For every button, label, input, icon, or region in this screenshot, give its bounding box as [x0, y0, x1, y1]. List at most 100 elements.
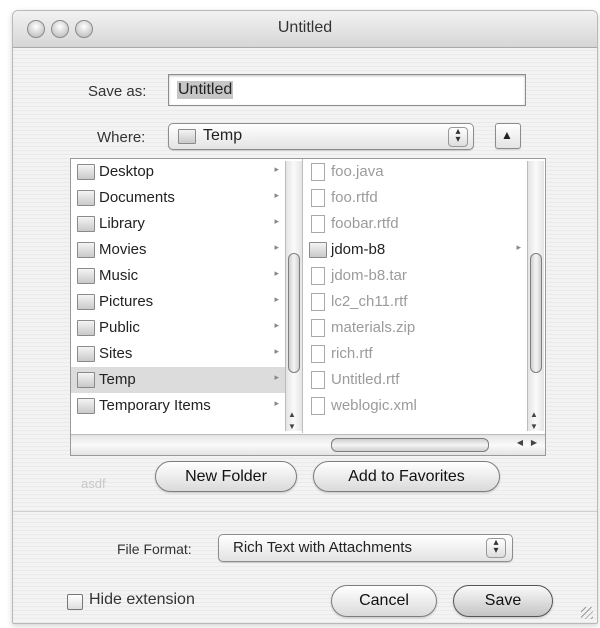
disclosure-arrow-icon: ▸	[516, 242, 521, 252]
left-column-item-label: Library	[99, 215, 145, 232]
collapse-browser-button[interactable]: ▲	[495, 123, 521, 149]
left-column-item[interactable]: Sites ▸	[71, 341, 285, 367]
where-value: Temp	[203, 127, 243, 144]
where-label: Where:	[97, 129, 146, 146]
right-column-item-label: jdom-b8.tar	[331, 267, 407, 284]
hide-extension-checkbox[interactable]	[67, 594, 83, 610]
triangle-up-icon: ▲	[501, 128, 513, 142]
file-icon	[311, 215, 325, 233]
scroll-down-arrow-icon[interactable]: ▼	[530, 422, 538, 431]
left-column-item[interactable]: Movies ▸	[71, 237, 285, 263]
right-column-item-label: materials.zip	[331, 319, 416, 336]
add-to-favorites-button[interactable]: Add to Favorites	[313, 461, 500, 492]
right-column-item-label: rich.rtf	[331, 345, 373, 362]
left-column-item[interactable]: Documents ▸	[71, 185, 285, 211]
folder-icon	[178, 129, 196, 144]
desktop-icon	[77, 164, 95, 180]
left-column-item-label: Public	[99, 319, 140, 336]
disclosure-arrow-icon: ▸	[274, 242, 279, 252]
left-column-scrollbar[interactable]: ▲ ▼	[285, 161, 302, 431]
left-column-item-label: Temp	[99, 371, 136, 388]
folder-icon	[77, 242, 95, 258]
disclosure-arrow-icon: ▸	[274, 346, 279, 356]
save-dialog-window: Untitled Save as: Untitled Where: Temp ▴…	[12, 10, 598, 624]
file-icon	[311, 293, 325, 311]
save-sheet: Save as: Untitled Where: Temp ▴ ▾ ▲ Deskt…	[13, 48, 597, 623]
left-column-item[interactable]: Library ▸	[71, 211, 285, 237]
file-format-value: Rich Text with Attachments	[233, 539, 412, 556]
hide-extension-label[interactable]: Hide extension	[89, 591, 195, 609]
save-button[interactable]: Save	[453, 585, 553, 617]
right-column-item[interactable]: foo.rtfd	[303, 185, 527, 211]
file-format-label: File Format:	[117, 541, 192, 557]
scroll-left-arrow-icon[interactable]: ◀	[517, 438, 523, 447]
scroll-thumb[interactable]	[288, 253, 300, 373]
right-column-item-label: lc2_ch11.rtf	[331, 293, 408, 310]
right-column-item-label: weblogic.xml	[331, 397, 417, 414]
file-icon	[311, 267, 325, 285]
right-column-item[interactable]: foobar.rtfd	[303, 211, 527, 237]
popup-stepper-icon: ▴ ▾	[448, 127, 468, 147]
right-column-scrollbar[interactable]: ▲ ▼	[527, 161, 544, 431]
title-bar: Untitled	[13, 11, 597, 48]
right-column-item[interactable]: weblogic.xml	[303, 393, 527, 419]
right-column-item-label: Untitled.rtf	[331, 371, 400, 388]
left-column-item-label: Movies	[99, 241, 147, 258]
cancel-button[interactable]: Cancel	[331, 585, 437, 617]
left-column-item[interactable]: Public ▸	[71, 315, 285, 341]
left-column-item[interactable]: Temporary Items ▸	[71, 393, 285, 419]
disclosure-arrow-icon: ▸	[274, 268, 279, 278]
folder-icon	[77, 372, 95, 388]
disclosure-arrow-icon: ▸	[274, 372, 279, 382]
right-column-item-label: foo.java	[331, 163, 384, 180]
left-column-item[interactable]: Desktop ▸	[71, 159, 285, 185]
right-column-item[interactable]: foo.java	[303, 159, 527, 185]
disclosure-arrow-icon: ▸	[274, 164, 279, 174]
left-column-item-label: Sites	[99, 345, 133, 362]
file-icon	[311, 189, 325, 207]
right-column-item[interactable]: materials.zip	[303, 315, 527, 341]
file-icon	[311, 319, 325, 337]
right-column-item[interactable]: jdom-b8 ▸	[303, 237, 527, 263]
window-title: Untitled	[277, 19, 333, 36]
resize-grip-icon[interactable]	[581, 607, 593, 619]
file-icon	[311, 397, 325, 415]
browser-horizontal-scrollbar[interactable]: ◀ ▶	[71, 434, 545, 455]
save-as-value: Untitled	[177, 81, 234, 99]
folder-icon	[77, 294, 95, 310]
left-column-item[interactable]: Temp ▸	[71, 367, 285, 393]
left-column-item-label: Pictures	[99, 293, 154, 310]
scroll-thumb[interactable]	[530, 253, 542, 373]
right-column-item[interactable]: Untitled.rtf	[303, 367, 527, 393]
divider	[13, 511, 597, 512]
left-column-item-label: Temporary Items	[99, 397, 211, 414]
file-browser[interactable]: Desktop ▸ Documents ▸ Library ▸ Movies ▸ Music ▸ P…	[70, 158, 546, 456]
right-column-item-label: jdom-b8	[331, 241, 386, 258]
right-column-item[interactable]: rich.rtf	[303, 341, 527, 367]
disclosure-arrow-icon: ▸	[274, 190, 279, 200]
where-popup[interactable]: Temp ▴ ▾	[168, 123, 474, 150]
disclosure-arrow-icon: ▸	[274, 398, 279, 408]
left-column-item[interactable]: Pictures ▸	[71, 289, 285, 315]
file-format-popup[interactable]: Rich Text with Attachments ▴ ▾	[218, 534, 513, 562]
browser-column-left: Desktop ▸ Documents ▸ Library ▸ Movies ▸ Music ▸ P…	[71, 159, 285, 433]
scroll-right-arrow-icon[interactable]: ▶	[531, 438, 537, 447]
save-as-field[interactable]: Untitled	[168, 74, 526, 106]
folder-icon	[77, 268, 95, 284]
popup-stepper-icon: ▴ ▾	[486, 538, 506, 558]
folder-icon	[77, 216, 95, 232]
scroll-down-arrow-icon[interactable]: ▼	[288, 422, 296, 431]
right-column-item[interactable]: lc2_ch11.rtf	[303, 289, 527, 315]
right-column-item[interactable]: jdom-b8.tar	[303, 263, 527, 289]
browser-column-right: foo.java foo.rtfd foobar.rtfd jdom-b8 ▸ jdom-…	[303, 159, 527, 433]
disclosure-arrow-icon: ▸	[274, 294, 279, 304]
scroll-up-arrow-icon[interactable]: ▲	[288, 410, 296, 419]
left-column-item[interactable]: Music ▸	[71, 263, 285, 289]
scroll-up-arrow-icon[interactable]: ▲	[530, 410, 538, 419]
folder-icon	[77, 190, 95, 206]
background-document-text: asdf	[81, 476, 106, 491]
horizontal-scroll-thumb[interactable]	[331, 438, 489, 452]
new-folder-button[interactable]: New Folder	[155, 461, 297, 492]
save-as-label: Save as:	[88, 83, 147, 100]
left-column-item-label: Documents	[99, 189, 175, 206]
